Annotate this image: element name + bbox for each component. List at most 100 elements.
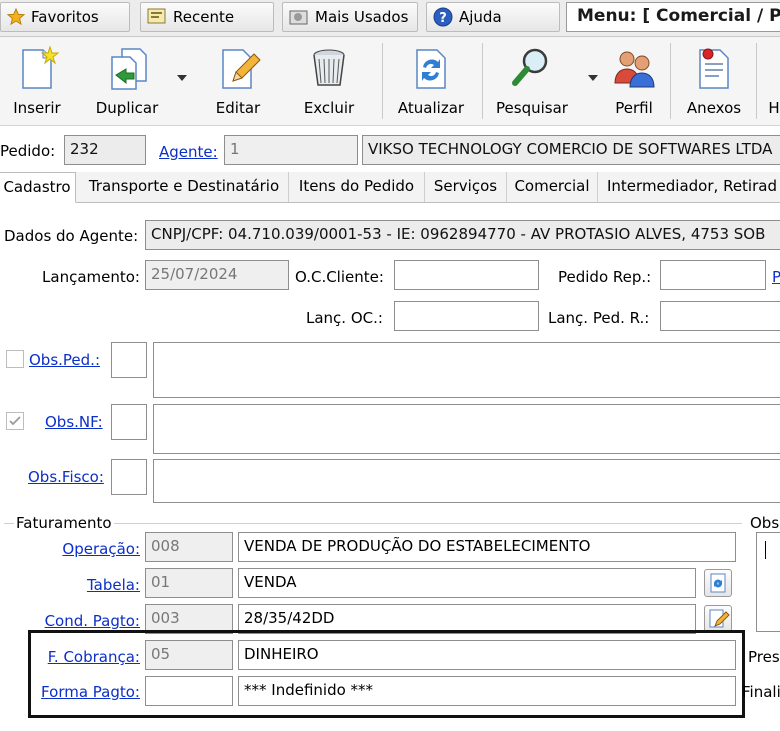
tabela-desc-field[interactable]: VENDA (238, 568, 696, 598)
attachment-icon (699, 48, 729, 89)
trash-icon (313, 49, 345, 86)
pedido-rep-field[interactable] (660, 260, 766, 290)
obs-ped-link[interactable]: Obs.Ped.: (29, 351, 100, 369)
tab-cadastro[interactable]: Cadastro (0, 172, 76, 203)
duplicar-label: Duplicar (95, 99, 159, 117)
most-used-icon (289, 10, 308, 25)
next-toolbar-button[interactable]: H (764, 37, 780, 123)
obs-ped-code-field[interactable] (111, 342, 147, 378)
pesquisar-dropdown-arrow[interactable] (588, 75, 598, 81)
lanc-oc-field[interactable] (394, 301, 539, 331)
obs-ped-memo[interactable] (153, 342, 780, 398)
cond-pagto-link[interactable]: Cond. Pagto: (10, 612, 140, 630)
perfil-button[interactable]: Perfil (606, 37, 662, 123)
dados-agente-field[interactable]: CNPJ/CPF: 04.710.039/0001-53 - IE: 09628… (145, 220, 780, 250)
tabela-refresh-button[interactable] (704, 569, 732, 597)
refresh-icon (710, 573, 726, 593)
obs-ped-checkbox[interactable] (6, 350, 24, 368)
pres-label: Pres (748, 648, 780, 666)
excluir-label: Excluir (303, 99, 355, 117)
lanc-ped-r-label: Lanç. Ped. R.: (548, 309, 650, 327)
pedido-rep-label: Pedido Rep.: (558, 268, 652, 286)
obs-nf-checkbox[interactable] (6, 412, 24, 430)
users-icon (614, 51, 655, 88)
svg-text:?: ? (439, 11, 447, 26)
faturamento-group-line (4, 523, 742, 524)
operacao-desc-field[interactable]: VENDA DE PRODUÇÃO DO ESTABELECIMENTO (238, 532, 736, 562)
pesquisar-label: Pesquisar (496, 99, 568, 117)
obs-right-label: Obs (750, 514, 780, 532)
edit-icon (709, 609, 730, 628)
anexos-button[interactable]: Anexos (680, 37, 748, 123)
perfil-label: Perfil (615, 99, 653, 117)
final-label: Finali (742, 683, 780, 701)
menu-breadcrumb: Menu: [ Comercial / P (566, 2, 780, 32)
pedido-rep-link[interactable]: P (772, 268, 780, 286)
search-icon (512, 48, 548, 86)
checkmark-icon (9, 416, 21, 426)
dados-agente-label: Dados do Agente: (4, 227, 139, 245)
inserir-label: Inserir (13, 99, 61, 117)
history-icon (147, 8, 166, 24)
ajuda-label: Ajuda (459, 8, 502, 26)
main-toolbar: Inserir Duplicar Editar Excluir Atualiza… (0, 37, 780, 126)
operacao-link[interactable]: Operação: (10, 540, 140, 558)
tab-transporte[interactable]: Transporte e Destinatário (80, 172, 289, 202)
lancamento-label: Lançamento: (42, 268, 140, 286)
pedido-field[interactable]: 232 (64, 135, 146, 165)
obs-fisco-memo[interactable] (153, 459, 780, 503)
duplicar-button[interactable]: Duplicar (90, 37, 164, 123)
lanc-oc-label: Lanç. OC.: (306, 309, 383, 327)
agente-name-field[interactable]: VIKSO TECHNOLOGY COMERCIO DE SOFTWARES L… (362, 135, 780, 165)
mais-usados-tab[interactable]: Mais Usados (282, 2, 418, 32)
atualizar-button[interactable]: Atualizar (392, 37, 470, 123)
favoritos-label: Favoritos (31, 8, 99, 26)
oc-cliente-field[interactable] (394, 260, 539, 290)
faturamento-group-label: Faturamento (14, 514, 114, 532)
edit-icon (222, 49, 261, 89)
editar-label: Editar (215, 99, 261, 117)
pesquisar-button[interactable]: Pesquisar (490, 37, 574, 123)
recente-tab[interactable]: Recente (140, 2, 274, 32)
anexos-label: Anexos (686, 99, 742, 117)
obs-fisco-code-field[interactable] (111, 459, 147, 495)
excluir-button[interactable]: Excluir (296, 37, 362, 123)
text-cursor (765, 541, 766, 559)
next-toolbar-label: H (768, 99, 780, 117)
refresh-icon (416, 49, 446, 89)
agente-code-field[interactable]: 1 (224, 135, 358, 165)
pedido-label: Pedido: (0, 142, 56, 160)
top-tab-bar: Favoritos Recente Mais Usados ? Ajuda Me… (0, 0, 780, 37)
tab-strip: Cadastro Transporte e Destinatário Itens… (0, 172, 780, 203)
tab-servicos[interactable]: Serviços (425, 172, 507, 202)
obs-nf-link[interactable]: Obs.NF: (45, 413, 103, 431)
ajuda-tab[interactable]: ? Ajuda (426, 2, 560, 32)
lanc-ped-r-field[interactable] (660, 301, 780, 331)
tab-intermediador[interactable]: Intermediador, Retirad (598, 172, 780, 202)
recente-label: Recente (173, 8, 235, 26)
duplicate-icon (111, 48, 147, 90)
toolbar-divider (482, 43, 483, 119)
toolbar-divider (670, 43, 671, 119)
tab-comercial[interactable]: Comercial (507, 172, 598, 202)
cond-pagto-edit-button[interactable] (704, 605, 732, 633)
favoritos-tab[interactable]: Favoritos (0, 2, 130, 32)
star-icon (7, 8, 25, 26)
obs-nf-memo[interactable] (153, 404, 780, 454)
editar-button[interactable]: Editar (206, 37, 270, 123)
obs-fisco-link[interactable]: Obs.Fisco: (28, 468, 104, 486)
help-icon: ? (433, 7, 453, 27)
duplicar-dropdown-arrow[interactable] (177, 75, 187, 81)
new-document-icon (22, 45, 60, 89)
tab-itens-pedido[interactable]: Itens do Pedido (289, 172, 425, 202)
obs-nf-code-field[interactable] (111, 404, 147, 440)
oc-cliente-label: O.C.Cliente: (295, 268, 384, 286)
obs-right-memo[interactable] (756, 532, 780, 632)
inserir-button[interactable]: Inserir (6, 37, 68, 123)
mais-usados-label: Mais Usados (315, 8, 409, 26)
lancamento-field[interactable]: 25/07/2024 (145, 260, 289, 290)
operacao-code-field[interactable]: 008 (145, 532, 233, 562)
tabela-code-field[interactable]: 01 (145, 568, 233, 598)
tabela-link[interactable]: Tabela: (10, 576, 140, 594)
agente-link[interactable]: Agente: (159, 143, 218, 161)
